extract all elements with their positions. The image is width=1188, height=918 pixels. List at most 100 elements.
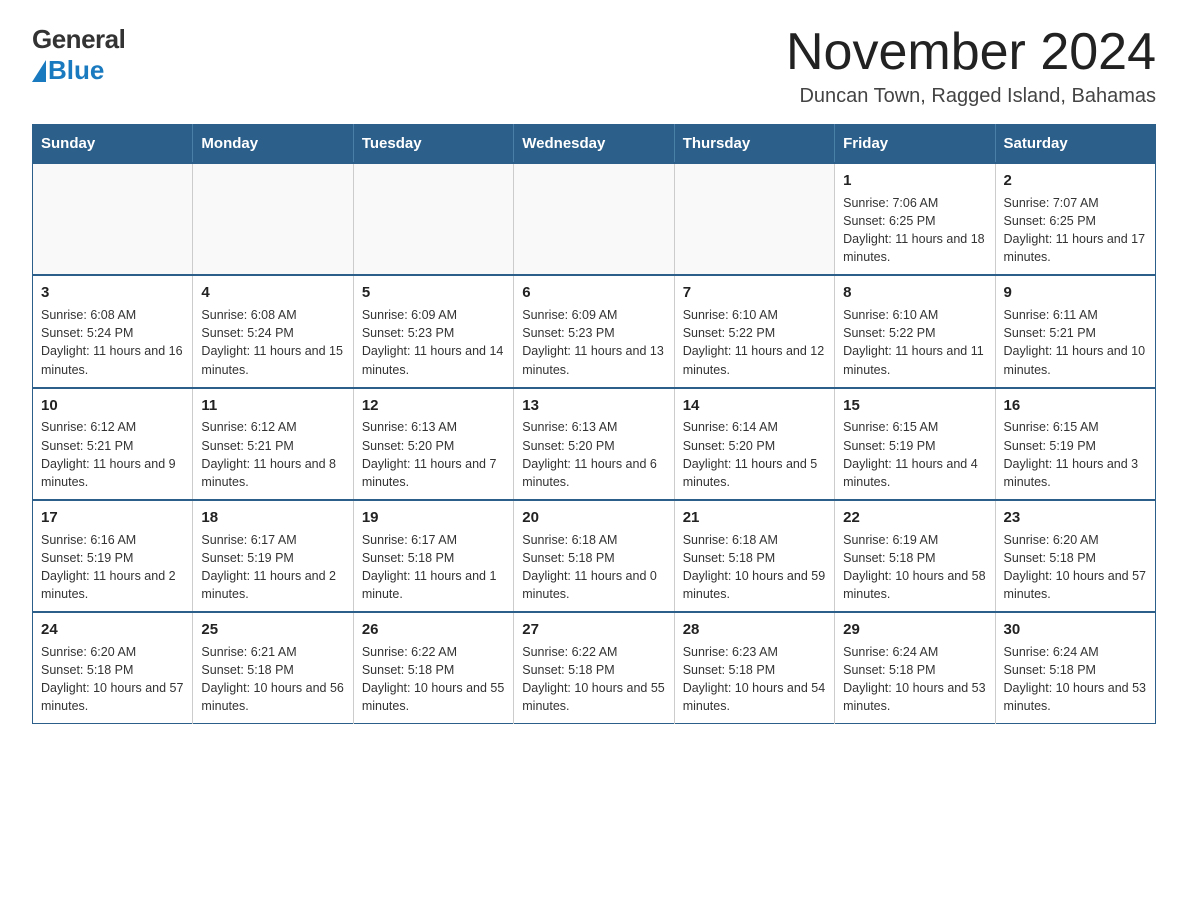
day-number: 27 (522, 619, 665, 641)
day-info-line: Sunrise: 6:13 AM (522, 418, 665, 436)
day-info-line: Daylight: 11 hours and 16 minutes. (41, 342, 184, 378)
day-info-line: Sunset: 5:23 PM (522, 324, 665, 342)
day-info-line: Sunrise: 6:21 AM (201, 643, 344, 661)
day-info-line: Sunrise: 6:19 AM (843, 531, 986, 549)
calendar-cell: 14Sunrise: 6:14 AMSunset: 5:20 PMDayligh… (674, 388, 834, 500)
day-info-line: Sunrise: 6:10 AM (683, 306, 826, 324)
day-number: 14 (683, 395, 826, 417)
day-info-line: Sunset: 6:25 PM (843, 212, 986, 230)
day-info-line: Sunrise: 6:08 AM (41, 306, 184, 324)
day-info-line: Sunset: 6:25 PM (1004, 212, 1147, 230)
day-info-line: Sunset: 5:21 PM (201, 437, 344, 455)
day-info-line: Daylight: 11 hours and 2 minutes. (41, 567, 184, 603)
day-info-line: Sunset: 5:19 PM (41, 549, 184, 567)
day-info-line: Sunset: 5:23 PM (362, 324, 505, 342)
day-number: 15 (843, 395, 986, 417)
day-number: 11 (201, 395, 344, 417)
day-info-line: Sunset: 5:18 PM (201, 661, 344, 679)
day-info-line: Sunrise: 7:07 AM (1004, 194, 1147, 212)
calendar-week-row: 17Sunrise: 6:16 AMSunset: 5:19 PMDayligh… (33, 500, 1156, 612)
day-info-line: Daylight: 10 hours and 59 minutes. (683, 567, 826, 603)
calendar-cell (353, 163, 513, 275)
day-info-line: Sunrise: 6:14 AM (683, 418, 826, 436)
weekday-header-friday: Friday (835, 125, 995, 164)
day-info-line: Sunset: 5:18 PM (683, 661, 826, 679)
day-info-line: Sunrise: 7:06 AM (843, 194, 986, 212)
calendar-cell (674, 163, 834, 275)
day-info-line: Sunset: 5:20 PM (522, 437, 665, 455)
day-info-line: Sunrise: 6:18 AM (683, 531, 826, 549)
weekday-header-sunday: Sunday (33, 125, 193, 164)
day-info-line: Sunset: 5:19 PM (843, 437, 986, 455)
calendar-cell: 3 Sunrise: 6:08 AMSunset: 5:24 PMDaylight… (33, 275, 193, 387)
calendar-cell: 4Sunrise: 6:08 AMSunset: 5:24 PMDaylight… (193, 275, 353, 387)
day-info-line: Sunrise: 6:24 AM (1004, 643, 1147, 661)
day-number: 29 (843, 619, 986, 641)
day-number: 12 (362, 395, 505, 417)
logo-general-text: General (32, 24, 125, 55)
calendar-week-row: 10Sunrise: 6:12 AMSunset: 5:21 PMDayligh… (33, 388, 1156, 500)
day-info-line: Sunrise: 6:15 AM (1004, 418, 1147, 436)
calendar-cell: 2Sunrise: 7:07 AMSunset: 6:25 PMDaylight… (995, 163, 1155, 275)
day-number: 6 (522, 282, 665, 304)
day-info-line: Daylight: 11 hours and 12 minutes. (683, 342, 826, 378)
day-info-line: Sunset: 5:22 PM (843, 324, 986, 342)
day-info-line: Sunrise: 6:15 AM (843, 418, 986, 436)
day-info-line: Sunrise: 6:10 AM (843, 306, 986, 324)
calendar-cell: 17 Sunrise: 6:16 AMSunset: 5:19 PMDayligh… (33, 500, 193, 612)
day-number: 8 (843, 282, 986, 304)
day-info-line: Sunrise: 6:13 AM (362, 418, 505, 436)
calendar-cell: 23Sunrise: 6:20 AMSunset: 5:18 PMDayligh… (995, 500, 1155, 612)
day-number: 9 (1004, 282, 1147, 304)
day-info-line: Daylight: 11 hours and 15 minutes. (201, 342, 344, 378)
day-info-line: Sunrise: 6:16 AM (41, 531, 184, 549)
day-info-line: Sunset: 5:18 PM (1004, 549, 1147, 567)
day-info-line: Daylight: 11 hours and 6 minutes. (522, 455, 665, 491)
day-number: 13 (522, 395, 665, 417)
page-header: General Blue November 2024 Duncan Town, … (32, 24, 1156, 108)
calendar-cell: 6Sunrise: 6:09 AMSunset: 5:23 PMDaylight… (514, 275, 674, 387)
day-number: 17 (41, 507, 184, 529)
day-info-line: Daylight: 11 hours and 3 minutes. (1004, 455, 1147, 491)
day-number: 4 (201, 282, 344, 304)
title-area: November 2024 Duncan Town, Ragged Island… (786, 24, 1156, 108)
calendar-week-row: 1Sunrise: 7:06 AMSunset: 6:25 PMDaylight… (33, 163, 1156, 275)
day-info-line: Sunrise: 6:18 AM (522, 531, 665, 549)
day-number: 2 (1004, 170, 1147, 192)
day-number: 3 (41, 282, 184, 304)
calendar-week-row: 3Sunrise: 6:08 AMSunset: 5:24 PMDaylight… (33, 275, 1156, 387)
calendar-cell: 8Sunrise: 6:10 AMSunset: 5:22 PMDaylight… (835, 275, 995, 387)
day-info-line: Sunset: 5:24 PM (41, 324, 184, 342)
day-info-line: Sunrise: 6:17 AM (201, 531, 344, 549)
day-info-line: Sunrise: 6:22 AM (522, 643, 665, 661)
weekday-header-monday: Monday (193, 125, 353, 164)
day-info-line: Daylight: 11 hours and 18 minutes. (843, 230, 986, 266)
day-number: 26 (362, 619, 505, 641)
weekday-header-wednesday: Wednesday (514, 125, 674, 164)
day-info-line: Daylight: 10 hours and 58 minutes. (843, 567, 986, 603)
day-info-line: Daylight: 11 hours and 0 minutes. (522, 567, 665, 603)
day-info-line: Sunset: 5:18 PM (362, 549, 505, 567)
calendar-cell: 20Sunrise: 6:18 AMSunset: 5:18 PMDayligh… (514, 500, 674, 612)
calendar-cell: 11Sunrise: 6:12 AMSunset: 5:21 PMDayligh… (193, 388, 353, 500)
day-number: 1 (843, 170, 986, 192)
day-info-line: Daylight: 10 hours and 54 minutes. (683, 679, 826, 715)
calendar-cell (514, 163, 674, 275)
day-info-line: Sunset: 5:20 PM (362, 437, 505, 455)
day-info-line: Daylight: 11 hours and 7 minutes. (362, 455, 505, 491)
day-info-line: Daylight: 10 hours and 55 minutes. (522, 679, 665, 715)
calendar-cell: 19Sunrise: 6:17 AMSunset: 5:18 PMDayligh… (353, 500, 513, 612)
day-info-line: Daylight: 11 hours and 5 minutes. (683, 455, 826, 491)
calendar-cell: 26Sunrise: 6:22 AMSunset: 5:18 PMDayligh… (353, 612, 513, 724)
day-info-line: Sunrise: 6:11 AM (1004, 306, 1147, 324)
day-info-line: Sunrise: 6:12 AM (41, 418, 184, 436)
day-info-line: Daylight: 10 hours and 57 minutes. (1004, 567, 1147, 603)
weekday-header-saturday: Saturday (995, 125, 1155, 164)
calendar-cell: 29Sunrise: 6:24 AMSunset: 5:18 PMDayligh… (835, 612, 995, 724)
day-number: 16 (1004, 395, 1147, 417)
day-info-line: Daylight: 11 hours and 9 minutes. (41, 455, 184, 491)
calendar-cell: 25Sunrise: 6:21 AMSunset: 5:18 PMDayligh… (193, 612, 353, 724)
day-info-line: Sunrise: 6:23 AM (683, 643, 826, 661)
calendar-cell: 18Sunrise: 6:17 AMSunset: 5:19 PMDayligh… (193, 500, 353, 612)
day-info-line: Daylight: 11 hours and 14 minutes. (362, 342, 505, 378)
